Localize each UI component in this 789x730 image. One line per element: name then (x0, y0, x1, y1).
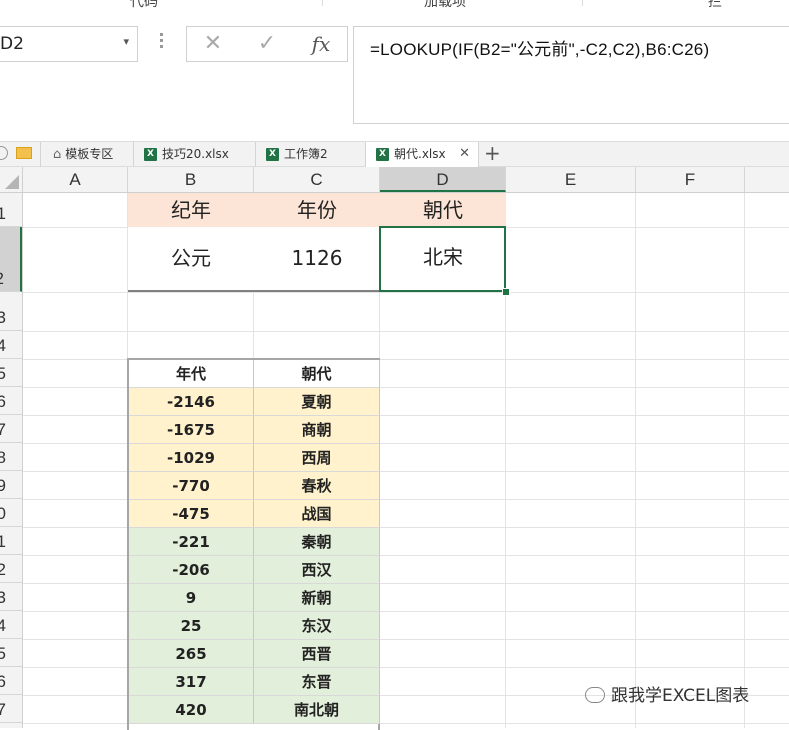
year-cell[interactable]: -2146 (129, 388, 254, 416)
column-header-e[interactable]: E (506, 167, 636, 192)
row-header-12[interactable]: 12 (0, 555, 22, 583)
row-header-9[interactable]: 9 (0, 471, 22, 499)
year-cell[interactable]: 265 (129, 640, 254, 668)
row-header-6[interactable]: 6 (0, 387, 22, 415)
dynasty-cell[interactable]: 商朝 (254, 416, 380, 444)
year-cell[interactable]: -221 (129, 528, 254, 556)
excel-file-icon: X (376, 148, 389, 161)
close-icon[interactable]: ✕ (459, 142, 470, 166)
row-header-10[interactable]: 10 (0, 499, 22, 527)
row-header-2[interactable]: 2 (0, 227, 22, 292)
formula-input[interactable]: =LOOKUP(IF(B2="公元前",-C2,C2),B6:C26) (353, 26, 789, 124)
row-header-17[interactable]: 17 (0, 695, 22, 723)
table-header-year[interactable]: 年代 (129, 360, 254, 388)
insert-function-icon[interactable]: fx (301, 30, 341, 58)
tab-dynasty[interactable]: X 朝代.xlsx ✕ (366, 142, 479, 167)
chevron-down-icon[interactable]: ▾ (123, 35, 129, 48)
cell-c2[interactable]: 1126 (254, 227, 380, 290)
dynasty-cell[interactable]: 战国 (254, 500, 380, 528)
fill-handle[interactable] (502, 288, 510, 296)
active-cell-outline (379, 226, 506, 292)
year-cell[interactable]: -1675 (129, 416, 254, 444)
column-header-f[interactable]: F (636, 167, 745, 192)
row-header-14[interactable]: 14 (0, 611, 22, 639)
enter-icon[interactable]: ✓ (247, 30, 287, 58)
year-cell[interactable]: 25 (129, 612, 254, 640)
dynasty-cell[interactable]: 东汉 (254, 612, 380, 640)
wechat-icon (585, 687, 605, 703)
dynasty-cell[interactable]: 西汉 (254, 556, 380, 584)
lookup-input-table: 纪年 年份 朝代 公元 1126 北宋 (128, 193, 510, 296)
dynasty-cell[interactable]: 夏朝 (254, 388, 380, 416)
cell-b2[interactable]: 公元 (128, 227, 254, 290)
row-header-3[interactable]: 3 (0, 292, 22, 331)
row-header-bar: 1 2 3 4 5 6 7 8 9 10 11 12 13 14 15 16 1… (0, 193, 23, 728)
column-header-b[interactable]: B (128, 167, 254, 192)
excel-file-icon: X (266, 148, 279, 161)
watermark: 跟我学EXCEL图表 (585, 681, 749, 706)
year-cell[interactable]: 317 (129, 668, 254, 696)
nav-circle-icon[interactable] (0, 146, 8, 160)
year-cell[interactable]: -1029 (129, 444, 254, 472)
formula-buttons: ✕ ✓ fx (186, 26, 348, 62)
year-cell[interactable]: -475 (129, 500, 254, 528)
table-header-dynasty[interactable]: 朝代 (254, 360, 380, 388)
row-header-5[interactable]: 5 (0, 359, 22, 387)
dynasty-cell[interactable]: 东晋 (254, 668, 380, 696)
watermark-text: 跟我学EXCEL图表 (611, 686, 750, 706)
header-cell-dynasty[interactable]: 朝代 (380, 193, 506, 227)
name-box[interactable]: D2 ▾ (0, 26, 138, 62)
year-cell[interactable]: 420 (129, 696, 254, 724)
year-cell[interactable]: -206 (129, 556, 254, 584)
row-header-4[interactable]: 4 (0, 331, 22, 359)
drag-handle-icon[interactable] (160, 30, 166, 54)
row-header-16[interactable]: 16 (0, 667, 22, 695)
tab-label: 工作簿2 (284, 147, 328, 161)
row-header-1[interactable]: 1 (0, 193, 22, 227)
add-tab-icon[interactable]: + (484, 141, 501, 165)
tab-workbook2[interactable]: X 工作簿2 (256, 142, 366, 167)
excel-file-icon: X (144, 148, 157, 161)
tab-workbook-tips[interactable]: X 技巧20.xlsx (134, 142, 256, 167)
row-header-13[interactable]: 13 (0, 583, 22, 611)
dynasty-table: 年代 朝代 -2146 夏朝 -1675 商朝 -1029 西周 -770 春秋… (127, 358, 380, 730)
header-cell-era[interactable]: 纪年 (128, 193, 254, 227)
folder-icon[interactable] (16, 147, 32, 159)
row-header-7[interactable]: 7 (0, 415, 22, 443)
select-all-corner[interactable] (0, 167, 23, 192)
tab-templates[interactable]: ⌂ 模板专区 (40, 142, 134, 167)
name-box-value[interactable]: D2 (0, 34, 24, 54)
year-cell[interactable]: 9 (129, 584, 254, 612)
cancel-icon[interactable]: ✕ (193, 30, 233, 58)
row-header-11[interactable]: 11 (0, 527, 22, 555)
dynasty-cell[interactable]: 新朝 (254, 584, 380, 612)
tab-label: 模板专区 (65, 147, 114, 161)
header-cell-year[interactable]: 年份 (254, 193, 380, 227)
tab-label: 技巧20.xlsx (162, 147, 229, 161)
column-header-c[interactable]: C (254, 167, 380, 192)
workbook-tab-bar: ⌂ 模板专区 X 技巧20.xlsx X 工作簿2 X 朝代.xlsx ✕ + (0, 141, 789, 167)
dynasty-cell[interactable]: 秦朝 (254, 528, 380, 556)
column-header-a[interactable]: A (23, 167, 128, 192)
year-cell[interactable]: -770 (129, 472, 254, 500)
ribbon-separator (582, 0, 583, 6)
ribbon-separator (322, 0, 323, 6)
tab-label: 朝代.xlsx (394, 147, 446, 161)
row-header-15[interactable]: 15 (0, 639, 22, 667)
formula-text[interactable]: =LOOKUP(IF(B2="公元前",-C2,C2),B6:C26) (370, 35, 709, 60)
home-icon: ⌂ (53, 147, 62, 162)
dynasty-cell[interactable]: 西晋 (254, 640, 380, 668)
dynasty-cell[interactable]: 南北朝 (254, 696, 380, 724)
table-bottom-border (128, 290, 380, 292)
column-header-bar: A B C D E F (0, 167, 789, 193)
row-header-8[interactable]: 8 (0, 443, 22, 471)
dynasty-cell[interactable]: 春秋 (254, 472, 380, 500)
column-header-d[interactable]: D (380, 167, 506, 192)
dynasty-cell[interactable]: 西周 (254, 444, 380, 472)
